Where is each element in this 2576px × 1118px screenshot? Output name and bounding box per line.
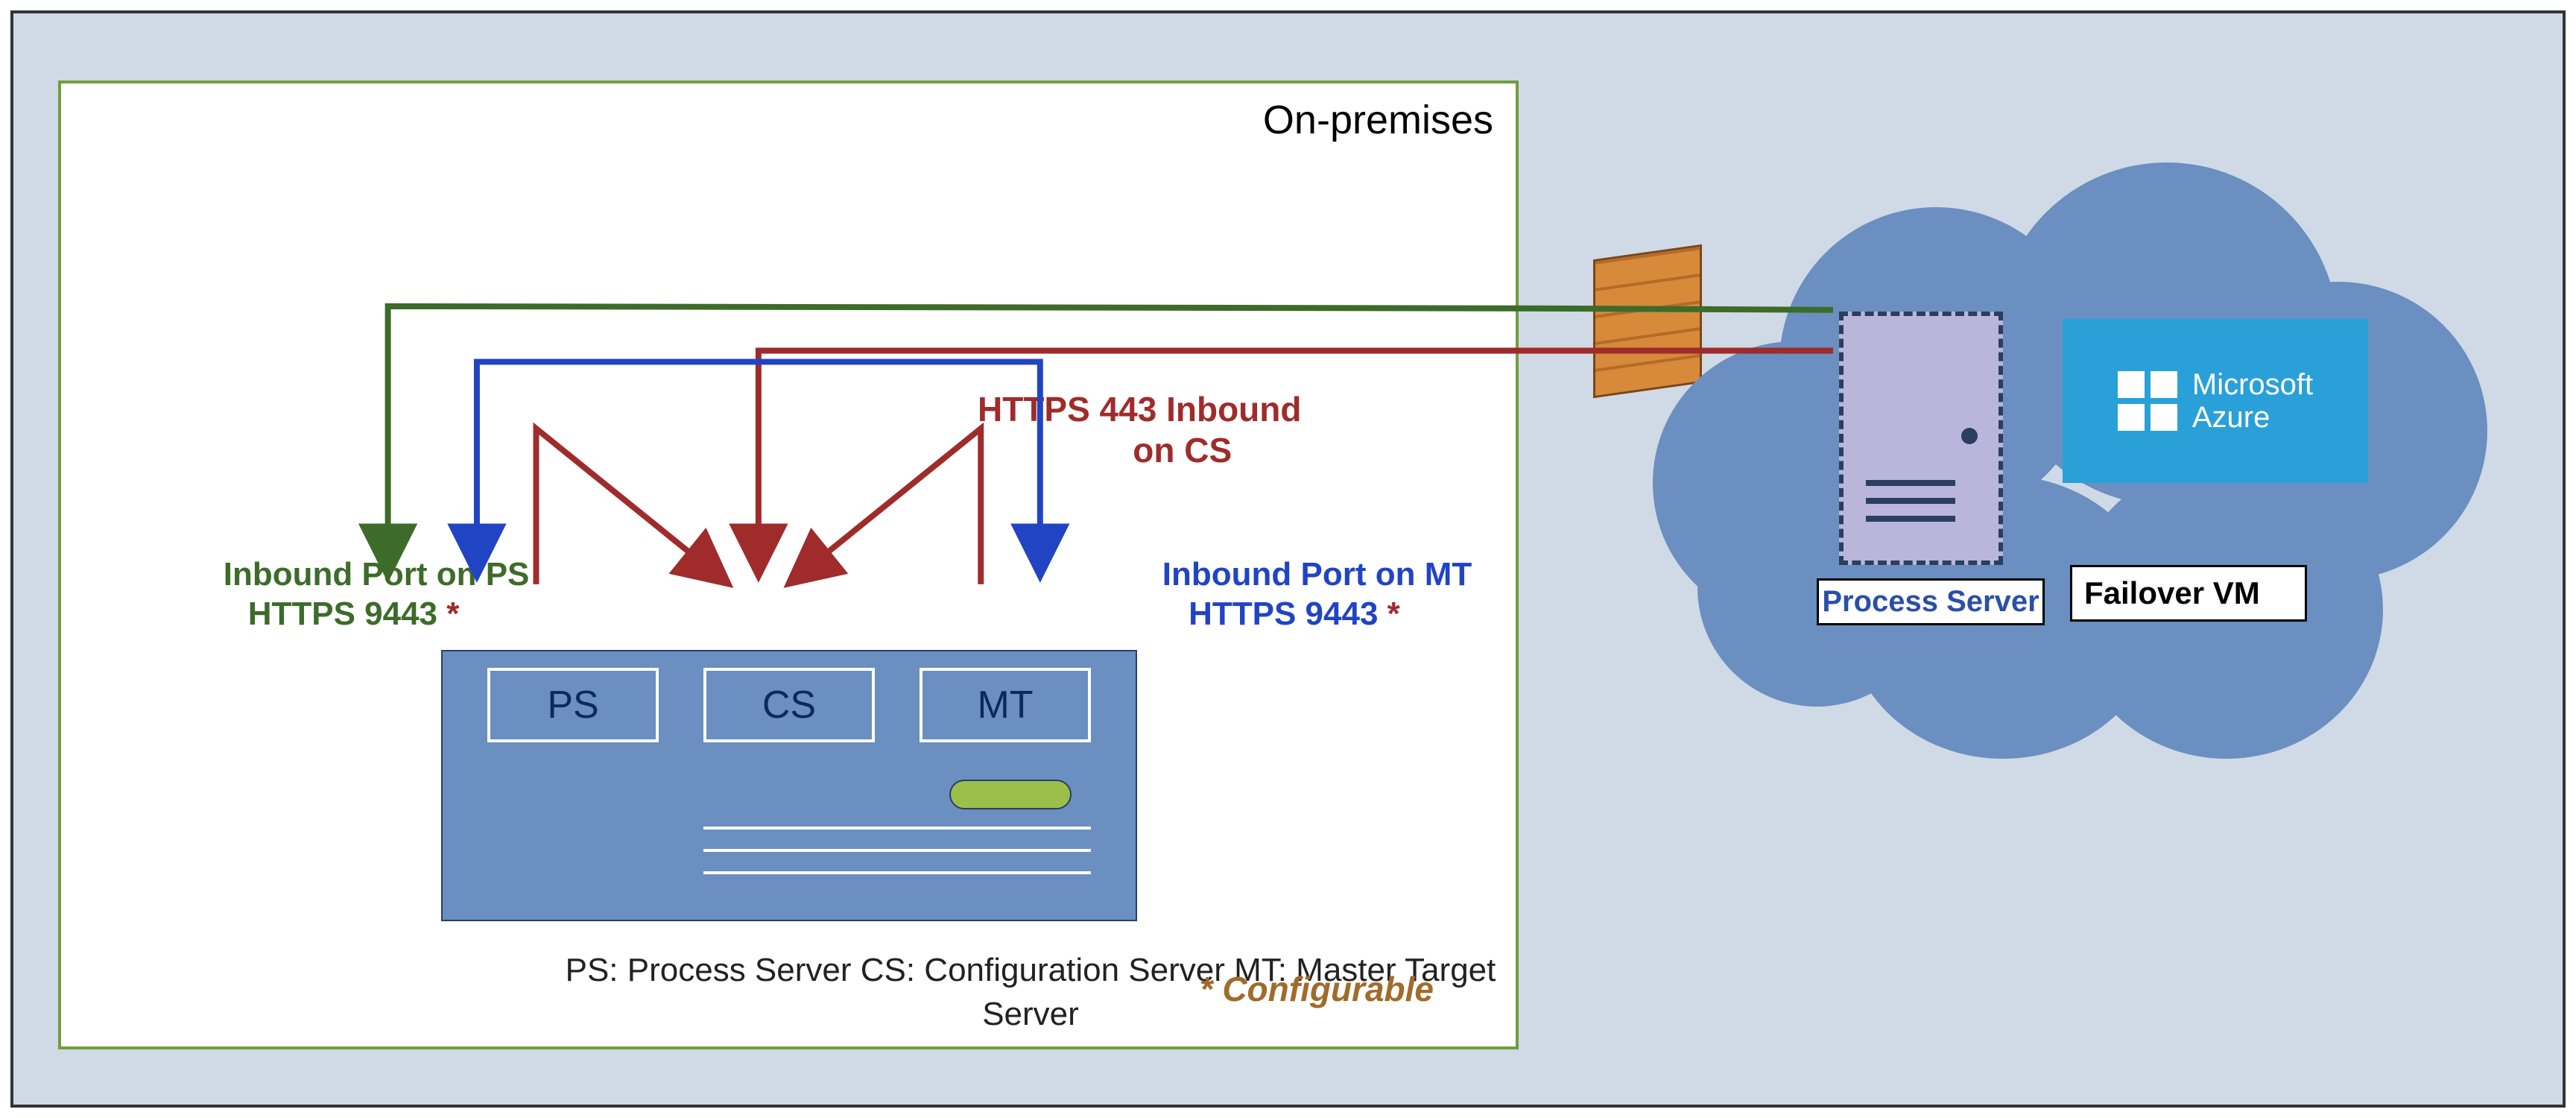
on-premises-container: On-premises PS CS MT Inbound Port on PS …: [58, 80, 1519, 1049]
label-inbound-mt: Inbound Port on MT HTTPS 9443 *: [1089, 516, 1472, 673]
slot-mt: MT: [920, 668, 1091, 742]
azure-brand-top: Microsoft: [2192, 368, 2313, 401]
windows-logo-icon: [2118, 371, 2177, 431]
slot-ps: PS: [487, 668, 659, 742]
asterisk-icon: *: [1387, 596, 1400, 632]
server-indicator: [949, 780, 1072, 809]
configuration-server-appliance: PS CS MT: [441, 650, 1137, 921]
azure-tile: Microsoft Azure: [2063, 319, 2368, 483]
label-inbound-mt-text: Inbound Port on MT HTTPS 9443: [1161, 556, 1472, 632]
server-vent: [703, 849, 1091, 852]
server-vent: [1866, 498, 1955, 504]
failover-vm-label: Failover VM: [2070, 565, 2307, 622]
server-vent: [703, 827, 1091, 830]
server-vent: [1866, 480, 1955, 486]
slot-cs: CS: [703, 668, 875, 742]
azure-brand-bottom: Azure: [2192, 401, 2313, 434]
azure-process-server-icon: [1839, 312, 2003, 565]
azure-brand-text: Microsoft Azure: [2192, 368, 2313, 434]
diagram-canvas: On-premises PS CS MT Inbound Port on PS …: [0, 0, 2576, 1118]
server-light-icon: [1961, 428, 1978, 444]
label-inbound-cs: HTTPS 443 Inbound on CS: [978, 389, 1301, 471]
server-vent: [703, 871, 1091, 874]
server-vent: [1866, 516, 1955, 522]
outer-border: On-premises PS CS MT Inbound Port on PS …: [10, 10, 2566, 1108]
on-premises-title: On-premises: [1263, 97, 1493, 143]
azure-process-server-label: Process Server: [1817, 578, 2045, 625]
azure-cloud: Process Server Microsoft Azure Failover …: [1653, 148, 2510, 759]
label-inbound-ps-text: Inbound Port on PS HTTPS 9443: [221, 556, 529, 632]
configurable-note: * Configurable: [1200, 969, 1434, 1009]
label-inbound-ps: Inbound Port on PS HTTPS 9443 *: [151, 516, 529, 673]
asterisk-icon: *: [446, 596, 459, 632]
